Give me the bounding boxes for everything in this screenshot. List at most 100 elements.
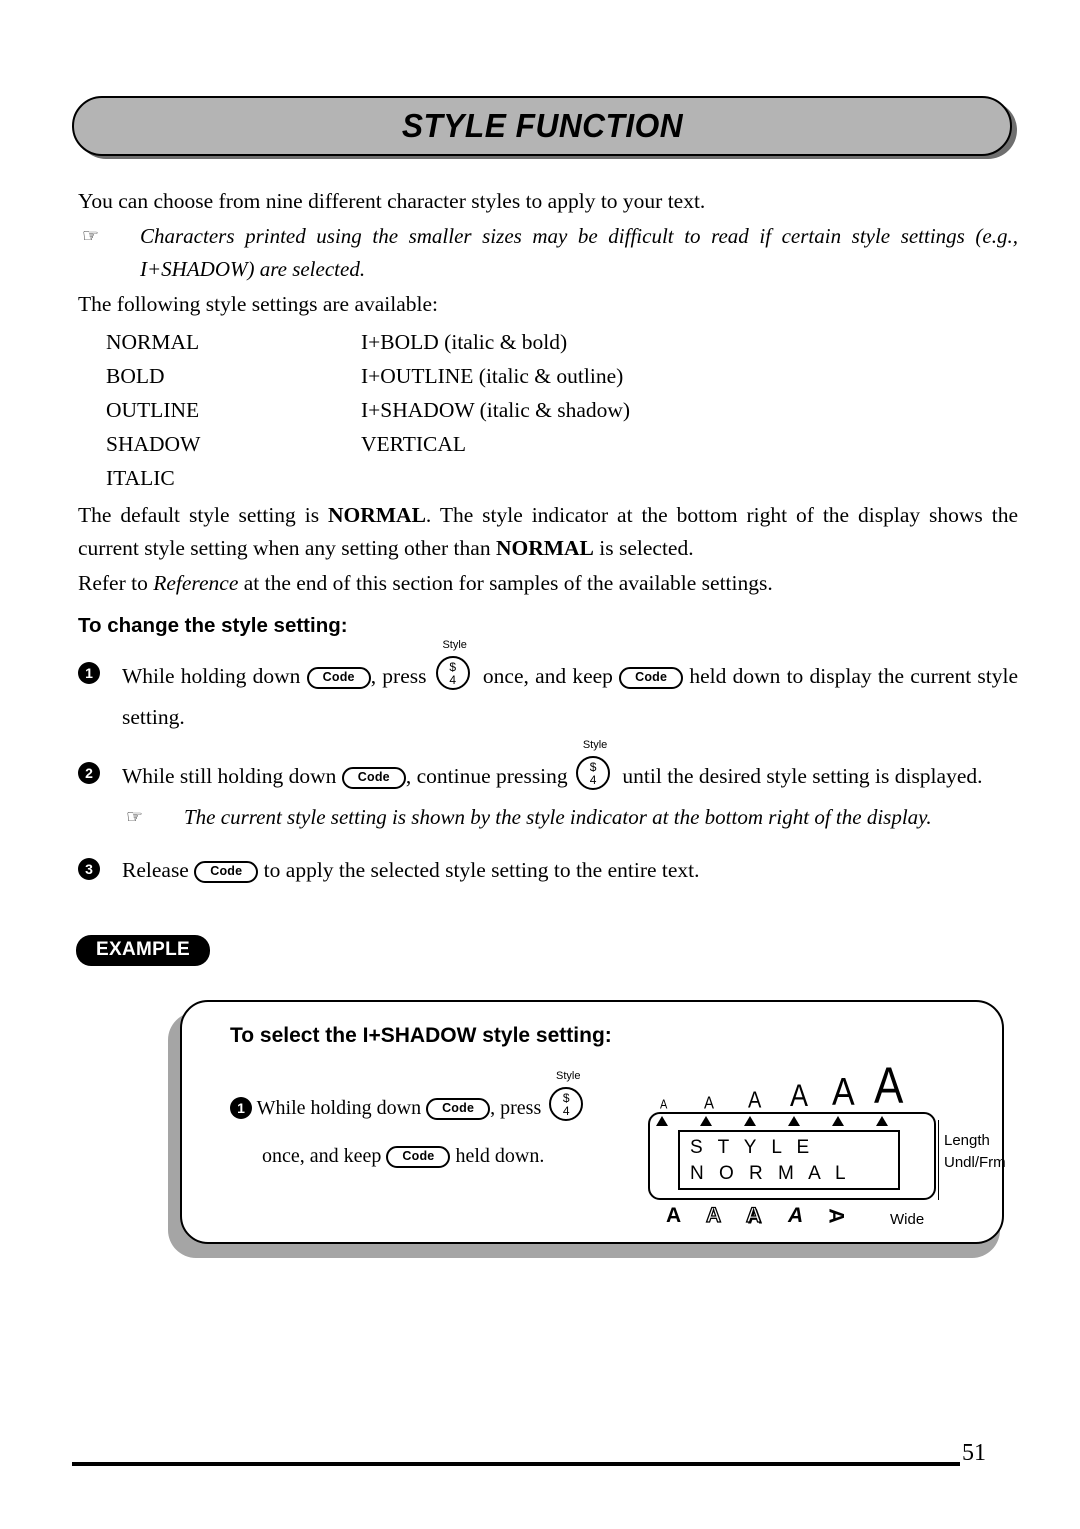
style-name-right: I+SHADOW (italic & shadow)	[361, 398, 631, 422]
length-label: Length	[944, 1132, 990, 1149]
style-name-left: ITALIC	[106, 466, 175, 490]
note-block-1: ☞ Characters printed using the smaller s…	[78, 220, 1018, 286]
refer-part2: at the end of this section for samples o…	[238, 571, 773, 595]
refer-italic: Reference	[153, 571, 239, 595]
code-key[interactable]: Code	[386, 1146, 451, 1168]
ex-t2: , press	[490, 1097, 547, 1119]
style-key-label: Style	[442, 639, 467, 651]
lcd-line-1: S T Y L E	[690, 1137, 815, 1158]
page-title: STYLE FUNCTION	[401, 107, 683, 144]
style-key-face: $4	[435, 656, 470, 690]
section-banner: STYLE FUNCTION	[72, 96, 1017, 159]
step-number-badge: 3	[78, 858, 100, 880]
style-key-bottom: 4	[562, 1104, 570, 1118]
size-indicator-row: A A A A A A	[660, 1057, 940, 1115]
step2-t1: While still holding down	[122, 764, 342, 788]
style-settings-list: NORMAL I+BOLD (italic & bold) BOLD I+OUT…	[78, 325, 1018, 495]
style-name-right	[361, 461, 1018, 495]
footer-rule	[72, 1462, 960, 1466]
vertical-indicator-icon: A	[824, 1208, 848, 1224]
size-indicator-a: A	[660, 1098, 668, 1112]
style-key[interactable]: Style $4	[573, 739, 617, 792]
default-style-paragraph: The default style setting is NORMAL. The…	[78, 499, 1018, 565]
step1-t3: once, and keep	[476, 664, 620, 688]
page: STYLE FUNCTION You can choose from nine …	[0, 0, 1080, 1529]
example-step-1: 1 While holding down Code, press Style $4…	[230, 1070, 650, 1180]
step-number-badge: 1	[230, 1097, 252, 1119]
code-key[interactable]: Code	[426, 1098, 491, 1120]
shadow-indicator-icon: A	[745, 1203, 762, 1227]
style-list-row: NORMAL I+BOLD (italic & bold)	[106, 325, 1018, 359]
intro-line-1: You can choose from nine different chara…	[78, 189, 706, 213]
note-text: Characters printed using the smaller siz…	[140, 224, 1018, 281]
style-name-left: OUTLINE	[106, 398, 200, 422]
style-key-face: $4	[549, 1087, 584, 1121]
step1-t1: While holding down	[122, 664, 307, 688]
style-list-row: BOLD I+OUTLINE (italic & outline)	[106, 359, 1018, 393]
code-key[interactable]: Code	[619, 667, 684, 689]
style-key[interactable]: Style $4	[433, 639, 477, 692]
example-step-line1: 1 While holding down Code, press Style $4	[230, 1070, 650, 1132]
undl-frm-label: Undl/Frm	[944, 1154, 1006, 1171]
step2-t2: , continue pressing	[405, 764, 574, 788]
step-number-badge: 2	[78, 762, 100, 784]
code-key[interactable]: Code	[306, 667, 371, 689]
lcd-screen: S T Y L E N O R M A L	[678, 1130, 900, 1190]
style-key-face: $4	[576, 756, 611, 790]
example-step-line2: once, and keep Code held down.	[230, 1132, 650, 1180]
step3-t2: to apply the selected style setting to t…	[258, 858, 700, 882]
step-1: 1 While holding down Code, press Style $4…	[78, 639, 1018, 738]
style-name-left: NORMAL	[106, 330, 200, 354]
style-indicator-row: A A A A A Wide	[654, 1203, 954, 1234]
code-key[interactable]: Code	[341, 767, 406, 789]
size-indicator-a: A	[874, 1057, 904, 1115]
code-key[interactable]: Code	[194, 861, 259, 883]
step2-t3: until the desired style setting is displ…	[617, 764, 983, 788]
step-3-number-wrap: 3	[78, 850, 122, 880]
default-para-bold1: NORMAL	[327, 503, 426, 527]
example-badge: EXAMPLE	[76, 935, 210, 966]
example-box: To select the I+SHADOW style setting: 1 …	[168, 1000, 1006, 1258]
size-indicator-a: A	[790, 1078, 809, 1114]
example-box-body: To select the I+SHADOW style setting: 1 …	[180, 1000, 1006, 1244]
triangle-marker-icon	[832, 1116, 844, 1126]
step-2-text: While still holding down Code, continue …	[122, 739, 1018, 797]
reference-paragraph: Refer to Reference at the end of this se…	[78, 567, 1018, 600]
triangle-marker-icon	[700, 1116, 712, 1126]
ex-t4: held down.	[450, 1145, 545, 1167]
note-text: The current style setting is shown by th…	[184, 805, 932, 829]
outline-indicator-icon: A	[705, 1203, 722, 1227]
style-key-top: $	[449, 660, 457, 674]
banner-body: STYLE FUNCTION	[72, 96, 1012, 156]
pointing-hand-icon: ☞	[126, 807, 144, 828]
lcd-right-divider	[938, 1120, 939, 1200]
style-name-left: SHADOW	[106, 432, 201, 456]
ex-t3: once, and keep	[262, 1145, 387, 1167]
style-name-right: I+BOLD (italic & bold)	[361, 330, 568, 354]
default-para-part1: The default style setting is	[78, 503, 328, 527]
style-key[interactable]: Style $4	[546, 1070, 590, 1123]
step-1-text: While holding down Code, press Style $4 o…	[122, 639, 1018, 738]
step3-t1: Release	[122, 858, 195, 882]
style-key-bottom: 4	[449, 673, 457, 687]
step-number-badge: 1	[78, 662, 100, 684]
size-indicator-a: A	[704, 1093, 715, 1114]
wide-label: Wide	[890, 1211, 925, 1228]
page-number: 51	[962, 1440, 986, 1466]
bold-indicator-icon: A	[666, 1204, 682, 1227]
step-1-number-wrap: 1	[78, 654, 122, 684]
size-indicator-a: A	[832, 1070, 855, 1115]
refer-part1: Refer to	[78, 571, 154, 595]
style-list-row: OUTLINE I+SHADOW (italic & shadow)	[106, 393, 1018, 427]
style-name-right: VERTICAL	[361, 432, 467, 456]
style-key-label: Style	[556, 1070, 581, 1082]
pointing-hand-icon: ☞	[82, 226, 100, 247]
style-key-bottom: 4	[589, 773, 597, 787]
body-content: You can choose from nine different chara…	[78, 185, 1018, 891]
intro-line-2: The following style settings are availab…	[78, 292, 439, 316]
style-key-top: $	[562, 1091, 570, 1105]
style-name-right: I+OUTLINE (italic & outline)	[361, 364, 624, 388]
lcd-display-graphic: A A A A A A S T Y L E N O R M A L Length…	[648, 1057, 1006, 1234]
lcd-right-labels: Length Undl/Frm	[944, 1130, 1006, 1174]
step-2-number-wrap: 2	[78, 754, 122, 784]
